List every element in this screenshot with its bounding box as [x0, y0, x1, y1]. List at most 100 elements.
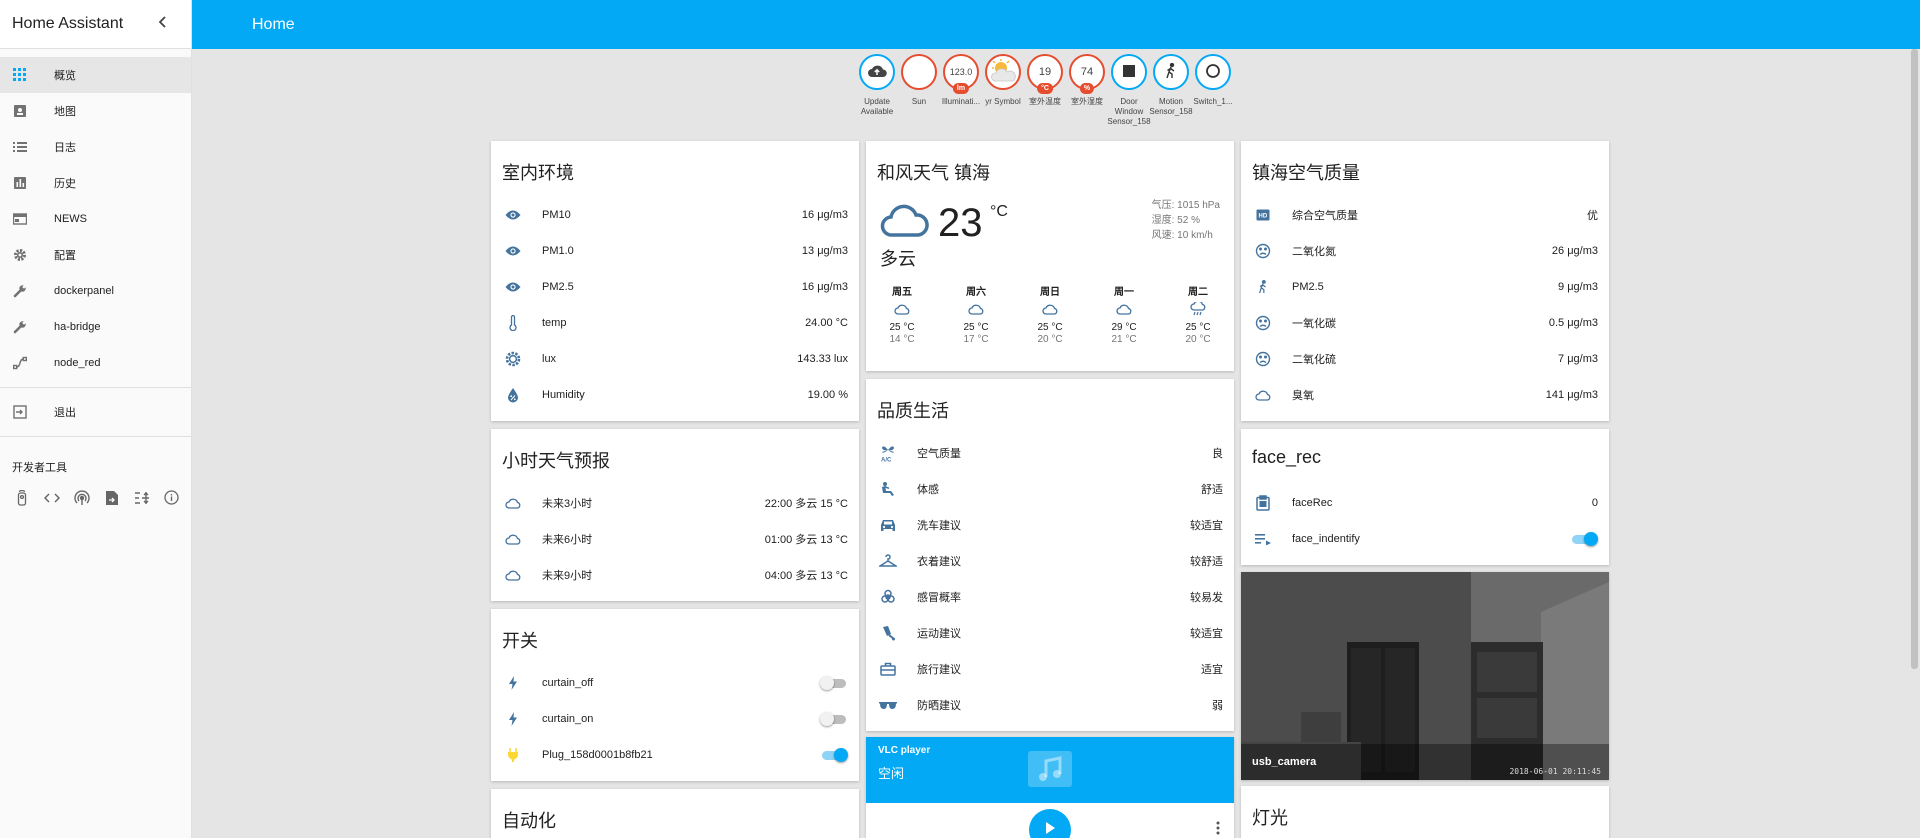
entity-row[interactable]: PM1.0 13 μg/m3 — [491, 233, 859, 269]
entity-row[interactable]: HD 综合空气质量 优 — [1241, 197, 1609, 233]
entity-row[interactable]: lux 143.33 lux — [491, 341, 859, 377]
entity-row[interactable]: 防晒建议 弱 — [866, 687, 1234, 723]
entity-row[interactable]: 未来9小时 04:00 多云 13 °C — [491, 557, 859, 593]
forecast-high: 25 °C — [963, 322, 989, 333]
page-title: Home — [252, 15, 295, 33]
entity-row[interactable]: temp 24.00 °C — [491, 305, 859, 341]
dev-tools-icons — [0, 475, 191, 506]
forecast-high: 25 °C — [1037, 322, 1063, 333]
badge-circle: 19 °C — [1027, 54, 1063, 94]
badge-illuminance[interactable]: 123.0 lm Illuminati... — [940, 54, 982, 127]
toggle-switch[interactable] — [1570, 532, 1598, 546]
entity-row[interactable]: 运动建议 较适宜 — [866, 615, 1234, 651]
toggle-switch[interactable] — [820, 676, 848, 690]
badge-update[interactable]: Update Available — [856, 54, 898, 127]
face-rec-card: face_rec faceRec 0 face_indentify — [1241, 429, 1609, 565]
walk-icon — [1164, 62, 1178, 82]
entity-row[interactable]: Humidity 19.00 % — [491, 377, 859, 413]
flash-icon — [502, 708, 524, 730]
card-title: face_rec — [1252, 447, 1322, 467]
entity-row[interactable]: 二氧化硫 7 μg/m3 — [1241, 341, 1609, 377]
timeline-icon[interactable] — [133, 489, 150, 506]
play-button[interactable] — [1029, 809, 1071, 838]
weather-card[interactable]: 和风天气 镇海 23 °C 多云 气压: 1015 hPa 湿度: 52 % 风… — [866, 141, 1234, 371]
entity-name: 空气质量 — [917, 448, 961, 460]
entity-row[interactable]: 未来3小时 22:00 多云 15 °C — [491, 485, 859, 521]
card-title: 小时天气预报 — [502, 451, 610, 471]
thermometer-icon — [502, 312, 524, 334]
more-options-icon[interactable] — [1216, 821, 1220, 838]
weather-humidity: 湿度: 52 % — [1151, 215, 1200, 226]
sidebar-item-node-red[interactable]: node_red — [0, 345, 191, 381]
sidebar-item-label: 概览 — [54, 70, 76, 82]
badge-door-window[interactable]: Door Window Sensor_158 — [1107, 54, 1151, 127]
entity-name: 防晒建议 — [917, 700, 961, 712]
chart-icon — [12, 175, 28, 191]
entity-row[interactable]: PM2.5 9 μg/m3 — [1241, 269, 1609, 305]
weather-attributes: 气压: 1015 hPa 湿度: 52 % 风速: 10 km/h — [1152, 198, 1220, 243]
sidebar-item-ha-bridge[interactable]: ha-bridge — [0, 309, 191, 345]
entity-row[interactable]: 臭氧 141 μg/m3 — [1241, 377, 1609, 413]
entity-row[interactable]: 感冒概率 较易发 — [866, 579, 1234, 615]
sidebar-item-overview[interactable]: 概览 — [0, 57, 191, 93]
scrollbar-thumb[interactable] — [1911, 49, 1918, 669]
gear-icon — [12, 247, 28, 263]
entity-row[interactable]: faceRec 0 — [1241, 485, 1609, 521]
entity-row[interactable]: curtain_off — [491, 665, 859, 701]
entity-row[interactable]: PM2.5 16 μg/m3 — [491, 269, 859, 305]
news-icon — [12, 211, 28, 227]
badge-sun[interactable]: Sun — [898, 54, 940, 127]
badge-outdoor-temp[interactable]: 19 °C 室外温度 — [1024, 54, 1066, 127]
entity-value: 弱 — [1212, 700, 1223, 712]
sidebar-item-logbook[interactable]: 日志 — [0, 129, 191, 165]
brightness-icon — [502, 348, 524, 370]
entity-row[interactable]: face_indentify — [1241, 521, 1609, 557]
entity-row[interactable]: 衣着建议 较舒适 — [866, 543, 1234, 579]
cloud-icon — [1252, 384, 1274, 406]
badge-yr-symbol[interactable]: yr Symbol — [982, 54, 1024, 127]
card-title: 开关 — [502, 631, 538, 651]
badge-switch[interactable]: Switch_1... — [1192, 54, 1234, 127]
entity-row[interactable]: 未来6小时 01:00 多云 13 °C — [491, 521, 859, 557]
sidebar-item-dockerpanel[interactable]: dockerpanel — [0, 273, 191, 309]
sidebar-item-logout[interactable]: 退出 — [0, 394, 191, 430]
entity-row[interactable]: Plug_158d0001b8fb21 — [491, 737, 859, 773]
media-player-card[interactable]: VLC player 空闲 — [866, 737, 1234, 838]
camera-card[interactable]: usb_camera 2018-06-01 20:11:45 — [1241, 572, 1609, 780]
entity-row[interactable]: 洗车建议 较适宜 — [866, 507, 1234, 543]
entity-row[interactable]: 体感 舒适 — [866, 471, 1234, 507]
sidebar-item-config[interactable]: 配置 — [0, 237, 191, 273]
entity-row[interactable]: A/C 空气质量 良 — [866, 435, 1234, 471]
entity-row[interactable]: 二氧化氮 26 μg/m3 — [1241, 233, 1609, 269]
entity-row[interactable]: PM10 16 μg/m3 — [491, 197, 859, 233]
partly-sunny-icon — [987, 58, 1019, 87]
badge-motion[interactable]: Motion Sensor_158 — [1149, 54, 1193, 127]
entity-name: PM1.0 — [542, 245, 574, 257]
info-icon[interactable] — [163, 489, 180, 506]
app-title: Home Assistant — [12, 15, 124, 32]
forecast-low: 17 °C — [963, 334, 989, 345]
forecast-day-name: 周二 — [1188, 287, 1208, 298]
sidebar-item-news[interactable]: NEWS — [0, 201, 191, 237]
entity-name: 一氧化碳 — [1292, 318, 1336, 330]
broadcast-icon[interactable] — [73, 489, 90, 506]
entity-row[interactable]: 旅行建议 适宜 — [866, 651, 1234, 687]
entity-value: 01:00 多云 13 °C — [764, 534, 848, 546]
collapse-sidebar-icon[interactable] — [157, 15, 169, 33]
code-icon[interactable] — [43, 489, 60, 506]
sidebar-item-history[interactable]: 历史 — [0, 165, 191, 201]
entity-row[interactable]: curtain_on — [491, 701, 859, 737]
badge-outdoor-humidity[interactable]: 74 % 室外湿度 — [1066, 54, 1108, 127]
forecast-day-name: 周六 — [966, 287, 986, 298]
remote-icon[interactable] — [13, 489, 30, 506]
entity-name: 二氧化氮 — [1292, 246, 1336, 258]
cloud-icon — [502, 528, 524, 550]
toggle-switch[interactable] — [820, 748, 848, 762]
entity-row[interactable]: 一氧化碳 0.5 μg/m3 — [1241, 305, 1609, 341]
file-export-icon[interactable] — [103, 489, 120, 506]
cloud-icon — [502, 492, 524, 514]
sidebar-item-map[interactable]: 地图 — [0, 93, 191, 129]
toggle-switch[interactable] — [820, 712, 848, 726]
seat-recline-icon — [877, 478, 899, 500]
entity-name: temp — [542, 317, 567, 329]
